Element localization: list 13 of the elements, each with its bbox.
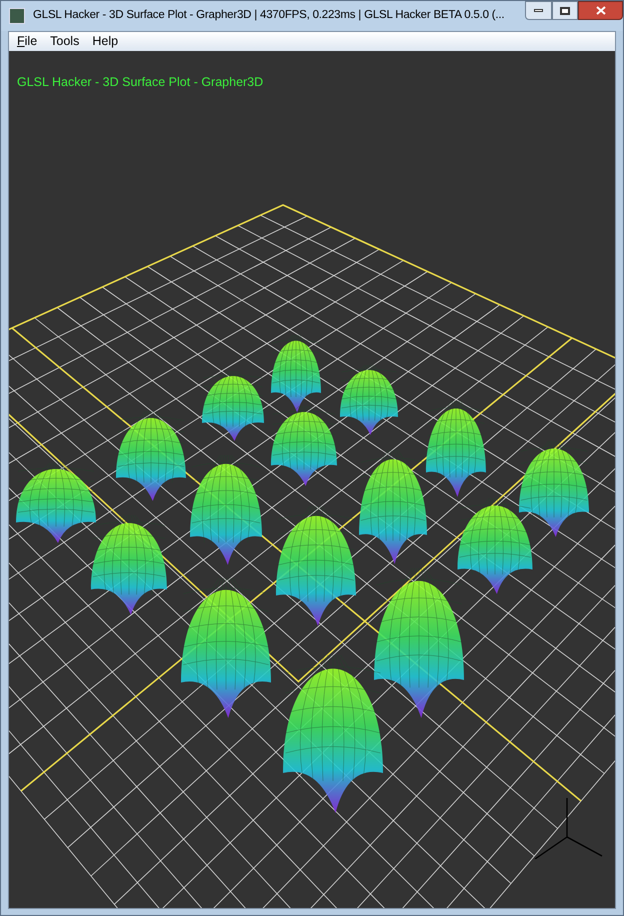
close-button[interactable] [578,1,623,20]
close-icon [596,6,606,15]
axis-gizmo-icon [533,797,603,859]
minimize-button[interactable] [525,1,552,20]
dome-surface [340,364,398,435]
maximize-button[interactable] [552,1,578,20]
menu-item[interactable]: Help [86,35,124,48]
window-title: GLSL Hacker - 3D Surface Plot - Grapher3D | 4370FPS, 0.223ms | GLSL Hacker BETA 0.5.0 (... [33,8,504,24]
overlay-title: GLSL Hacker - 3D Surface Plot - Grapher3D [17,74,264,91]
app-icon [9,8,25,24]
dome-surface [202,370,264,441]
menu-item[interactable]: Tools [44,35,86,48]
menu-item[interactable]: File [11,35,44,48]
